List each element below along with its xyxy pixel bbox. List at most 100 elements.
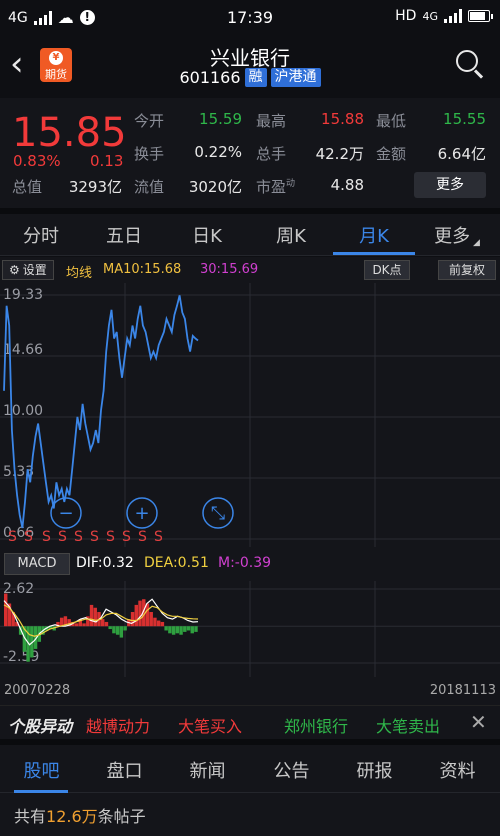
stock-code: 601166 (179, 68, 241, 87)
date-end: 20181113 (429, 683, 496, 698)
pe-superscript: 动 (286, 179, 296, 189)
price-chart[interactable]: 19.33 14.66 10.00 5.33 0.66 S S S S S S S S S S − + ⤡ (0, 283, 500, 547)
post-count-suffix: 条帖子 (97, 807, 146, 826)
macd-bar (183, 626, 187, 632)
forward-adjust-button[interactable]: 前复权 (438, 260, 496, 280)
macd-bar (149, 612, 153, 627)
settings-label: 设置 (22, 263, 47, 277)
hd-indicator: HD (395, 8, 417, 24)
posts-summary: 共有12.6万条帖子 (0, 793, 500, 836)
minus-circle-icon[interactable]: − (50, 497, 82, 529)
battery-icon (468, 10, 493, 22)
macd-bar (153, 617, 157, 627)
chart-toolbar: ⚙ 设置 均线 MA10:15.68 30:15.69 DK点 前复权 (0, 257, 500, 283)
tab-daily-k[interactable]: 日K (166, 222, 248, 248)
post-count: 12.6万 (46, 807, 98, 826)
macd-bar (101, 619, 105, 627)
period-tabs: 分时 五日 日K 周K 月K 更多 ◢ (0, 214, 500, 256)
dropdown-triangle-icon: ◢ (470, 238, 480, 248)
sell-marker: S (8, 529, 17, 545)
macd-bar (108, 626, 112, 630)
y-tick-label: 19.33 (3, 287, 43, 303)
ticker-item[interactable]: 大笔卖出 (376, 713, 440, 737)
macd-bar (194, 626, 198, 632)
quote-value-open: 15.59 (199, 110, 242, 128)
ma10-value: MA10:15.68 (103, 262, 182, 277)
sell-marker: S (106, 529, 115, 545)
close-icon[interactable]: ✕ (470, 710, 487, 734)
quote-value-low: 15.55 (443, 110, 486, 128)
stock-alert-ticker[interactable]: 个股异动 越博动力 大笔买入 郑州银行 大笔卖出 ✕ (0, 705, 500, 739)
ma-label: 均线 (66, 266, 93, 281)
ticker-item[interactable]: 大笔买入 (178, 713, 242, 737)
quote-label-open: 今开 (134, 112, 165, 130)
macd-bar (171, 626, 176, 635)
post-count-line: 共有12.6万条帖子 (14, 803, 146, 827)
tab-forum[interactable]: 股吧 (0, 757, 83, 783)
settings-button[interactable]: ⚙ 设置 (2, 260, 54, 280)
stock-header: ‹ ¥ 期货 兴业银行 601166 融 沪港通 (0, 34, 500, 98)
macd-m-value: M:-0.39 (218, 555, 272, 571)
macd-bar (190, 626, 194, 634)
ticker-item[interactable]: 郑州银行 (284, 713, 348, 737)
quote-label-turnover: 换手 (134, 145, 165, 163)
quote-value-float: 3020亿 (188, 178, 242, 196)
network-indicator-right: 4G (422, 9, 438, 23)
macd-bar (160, 621, 165, 627)
macd-dea-value: DEA:0.51 (144, 555, 209, 571)
plus-circle-icon[interactable]: + (126, 497, 158, 529)
expand-icon[interactable]: ⤡ (202, 497, 234, 529)
macd-chart[interactable]: 2.62 -2.59 MACD DIF:0.32 DEA:0.51 M:-0.39 (0, 547, 500, 677)
svg-text:⤡: ⤡ (211, 503, 225, 524)
macd-bar (134, 604, 139, 627)
sell-marker: S (122, 529, 131, 545)
gear-icon: ⚙ (9, 263, 20, 277)
signal-icon-right (444, 9, 462, 23)
macd-bar (168, 626, 172, 634)
macd-bar (74, 623, 79, 627)
macd-bar (130, 612, 135, 627)
ma30-value: 30:15.69 (200, 262, 259, 277)
quote-label-high: 最高 (256, 112, 287, 130)
tab-profile[interactable]: 资料 (416, 757, 499, 783)
quote-label-low: 最低 (376, 112, 407, 130)
quote-label-float: 流值 (134, 178, 165, 196)
macd-bar (179, 626, 183, 635)
macd-bar (186, 626, 191, 631)
dk-points-button[interactable]: DK点 (364, 260, 410, 280)
macd-bar (104, 621, 109, 627)
margin-tag[interactable]: 融 (244, 68, 267, 87)
connect-tag[interactable]: 沪港通 (270, 68, 321, 87)
tab-order-book[interactable]: 盘口 (83, 757, 166, 783)
sell-marker: S (74, 529, 83, 545)
ticker-brand: 个股异动 (8, 717, 73, 736)
macd-bar (4, 593, 8, 627)
tab-monthly-k[interactable]: 月K (333, 222, 415, 248)
tab-news[interactable]: 新闻 (166, 757, 249, 783)
macd-bar (89, 604, 94, 627)
price-chart-svg: 19.3314.6610.005.330.66S S S S S S S S S S− + ⤡ (0, 283, 500, 547)
quote-value-turnover: 0.22% (194, 143, 242, 161)
stock-subline: 601166 融 沪港通 (0, 68, 500, 87)
ticker-item[interactable]: 越博动力 (86, 713, 150, 737)
post-count-prefix: 共有 (14, 807, 47, 826)
tab-five-day[interactable]: 五日 (83, 222, 165, 248)
info-tabs: 股吧 盘口 新闻 公告 研报 资料 (0, 745, 500, 793)
macd-bar (82, 623, 86, 627)
sell-marker: S (58, 529, 67, 545)
tab-intraday[interactable]: 分时 (0, 222, 82, 248)
macd-bar (115, 626, 120, 635)
tab-more[interactable]: 更多 ◢ (416, 222, 498, 248)
sell-marker: S (24, 529, 33, 545)
tab-research[interactable]: 研报 (333, 757, 416, 783)
tab-announcements[interactable]: 公告 (250, 757, 333, 783)
change-amount: 0.13 (90, 152, 124, 170)
search-icon[interactable] (454, 48, 486, 80)
sell-marker: S (138, 529, 147, 545)
macd-button[interactable]: MACD (4, 553, 70, 575)
current-price: 15.85 (12, 110, 127, 156)
more-button[interactable]: 更多 (414, 172, 486, 198)
tab-weekly-k[interactable]: 周K (250, 222, 332, 248)
svg-text:+: + (134, 503, 149, 524)
quote-label-pe: 市盈动 (256, 178, 296, 196)
